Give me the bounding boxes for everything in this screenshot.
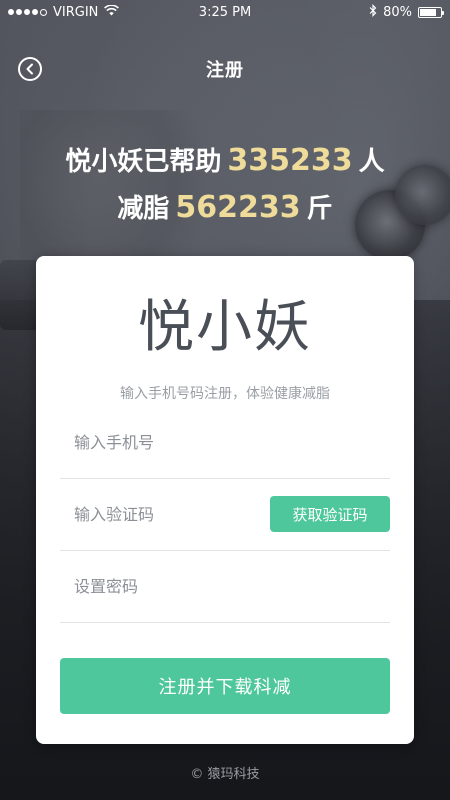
- page-title: 注册: [206, 60, 244, 81]
- code-field-row: 获取验证码: [60, 478, 390, 551]
- register-card: 悦小妖 输入手机号码注册，体验健康减脂 获取验证码 注册并下载科减: [36, 256, 414, 744]
- stat-helped-number: 335233: [227, 143, 353, 178]
- get-code-button[interactable]: 获取验证码: [270, 496, 390, 532]
- battery-fill: [420, 8, 436, 16]
- carrier-name: VIRGIN: [53, 4, 99, 20]
- status-bar: VIRGIN 3:25 PM 80%: [0, 0, 450, 24]
- stat-helped-prefix: 悦小妖已帮助: [65, 147, 222, 177]
- stat-fat-suffix: 斤: [306, 194, 333, 224]
- stat-fat-number: 562233: [175, 190, 301, 225]
- register-download-button[interactable]: 注册并下载科减: [60, 658, 390, 714]
- back-arrow-circle-icon: [26, 63, 33, 75]
- battery-percent: 80%: [383, 4, 412, 20]
- phone-field-row: [60, 406, 390, 479]
- nav-bar: 注册: [0, 44, 450, 94]
- stat-fat-loss: 减脂 562233 斤: [0, 185, 450, 232]
- password-field-row: [60, 550, 390, 623]
- status-right: 80%: [369, 3, 444, 21]
- footer-copyright: © 猿玛科技: [190, 767, 260, 782]
- battery-icon: [418, 6, 444, 18]
- bluetooth-icon: [369, 3, 377, 21]
- brand-logo: 悦小妖: [138, 295, 312, 360]
- signal-dots-icon: [8, 8, 47, 16]
- password-input[interactable]: [60, 565, 390, 607]
- back-button[interactable]: [18, 57, 42, 81]
- tagline: 输入手机号码注册，体验健康减脂: [120, 386, 330, 402]
- stat-helped: 悦小妖已帮助 335233 人: [0, 138, 450, 185]
- stat-fat-prefix: 减脂: [117, 194, 170, 224]
- phone-input[interactable]: [60, 421, 390, 463]
- wifi-icon: [104, 3, 120, 20]
- status-left: VIRGIN: [8, 3, 120, 20]
- stat-helped-suffix: 人: [358, 147, 385, 177]
- stats-banner: 悦小妖已帮助 335233 人 减脂 562233 斤: [0, 138, 450, 232]
